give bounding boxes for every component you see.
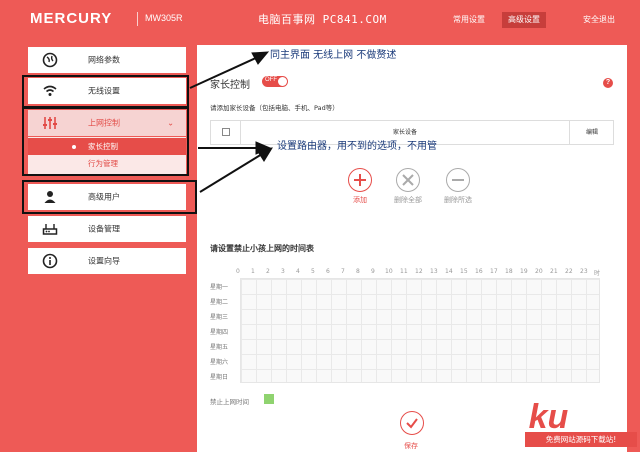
watermark-text-k: ku xyxy=(528,398,569,436)
annotation-arrow-user xyxy=(199,153,263,193)
annotation-arrow-wireless xyxy=(189,56,259,89)
watermark-text-a: asp xyxy=(470,398,529,436)
annotation-note-wireless: 同主界面 无线上网 不做赘述 xyxy=(270,50,397,61)
arrowhead-icon xyxy=(251,51,270,65)
watermark-text-net: .net xyxy=(600,404,622,418)
arrowhead-icon xyxy=(256,147,273,162)
annotation-note-router: 设置路由器，用不到的选项，不用管 xyxy=(277,141,437,152)
annotation-arrows xyxy=(189,51,273,193)
watermark-subtitle: 免费网站源码下载站! xyxy=(525,432,637,447)
